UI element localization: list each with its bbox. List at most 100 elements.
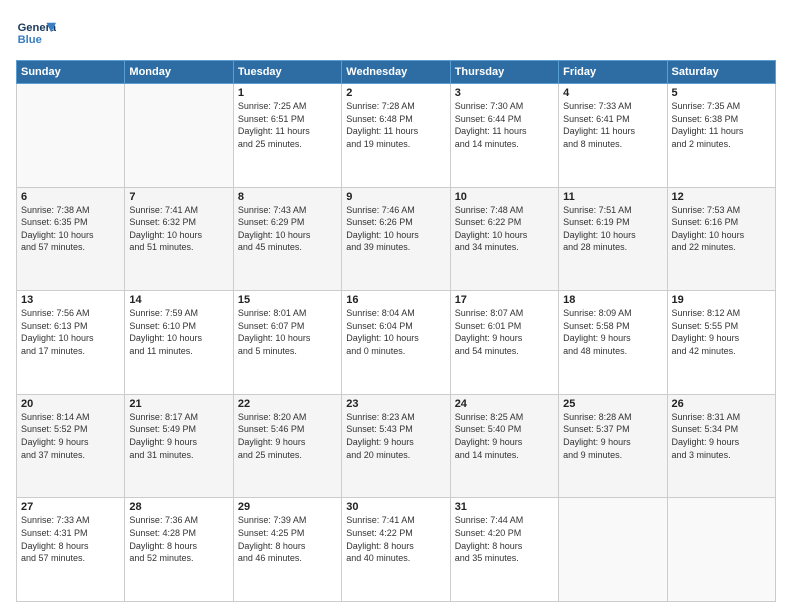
day-detail: Sunrise: 8:31 AM Sunset: 5:34 PM Dayligh… [672,411,771,461]
calendar-cell: 28Sunrise: 7:36 AM Sunset: 4:28 PM Dayli… [125,498,233,602]
calendar-cell: 9Sunrise: 7:46 AM Sunset: 6:26 PM Daylig… [342,187,450,291]
day-detail: Sunrise: 7:41 AM Sunset: 4:22 PM Dayligh… [346,514,445,564]
day-number: 1 [238,87,337,99]
day-detail: Sunrise: 7:48 AM Sunset: 6:22 PM Dayligh… [455,204,554,254]
day-detail: Sunrise: 8:17 AM Sunset: 5:49 PM Dayligh… [129,411,228,461]
calendar-cell: 7Sunrise: 7:41 AM Sunset: 6:32 PM Daylig… [125,187,233,291]
day-header: Friday [559,61,667,84]
calendar-cell: 25Sunrise: 8:28 AM Sunset: 5:37 PM Dayli… [559,394,667,498]
calendar-cell: 4Sunrise: 7:33 AM Sunset: 6:41 PM Daylig… [559,84,667,188]
calendar-cell: 18Sunrise: 8:09 AM Sunset: 5:58 PM Dayli… [559,291,667,395]
day-number: 22 [238,398,337,410]
day-number: 26 [672,398,771,410]
day-detail: Sunrise: 7:46 AM Sunset: 6:26 PM Dayligh… [346,204,445,254]
day-number: 14 [129,294,228,306]
day-number: 12 [672,191,771,203]
calendar-cell: 19Sunrise: 8:12 AM Sunset: 5:55 PM Dayli… [667,291,775,395]
day-number: 17 [455,294,554,306]
day-number: 6 [21,191,120,203]
day-detail: Sunrise: 7:39 AM Sunset: 4:25 PM Dayligh… [238,514,337,564]
day-number: 23 [346,398,445,410]
day-detail: Sunrise: 7:35 AM Sunset: 6:38 PM Dayligh… [672,100,771,150]
day-number: 8 [238,191,337,203]
calendar-cell: 10Sunrise: 7:48 AM Sunset: 6:22 PM Dayli… [450,187,558,291]
calendar-header-row: SundayMondayTuesdayWednesdayThursdayFrid… [17,61,776,84]
calendar-cell: 6Sunrise: 7:38 AM Sunset: 6:35 PM Daylig… [17,187,125,291]
day-detail: Sunrise: 7:51 AM Sunset: 6:19 PM Dayligh… [563,204,662,254]
day-number: 5 [672,87,771,99]
calendar-cell: 15Sunrise: 8:01 AM Sunset: 6:07 PM Dayli… [233,291,341,395]
calendar-cell: 31Sunrise: 7:44 AM Sunset: 4:20 PM Dayli… [450,498,558,602]
day-header: Saturday [667,61,775,84]
day-detail: Sunrise: 8:12 AM Sunset: 5:55 PM Dayligh… [672,307,771,357]
day-detail: Sunrise: 7:30 AM Sunset: 6:44 PM Dayligh… [455,100,554,150]
calendar-cell: 30Sunrise: 7:41 AM Sunset: 4:22 PM Dayli… [342,498,450,602]
day-detail: Sunrise: 7:36 AM Sunset: 4:28 PM Dayligh… [129,514,228,564]
day-detail: Sunrise: 7:33 AM Sunset: 4:31 PM Dayligh… [21,514,120,564]
day-header: Wednesday [342,61,450,84]
calendar-cell [17,84,125,188]
calendar-cell: 29Sunrise: 7:39 AM Sunset: 4:25 PM Dayli… [233,498,341,602]
calendar-table: SundayMondayTuesdayWednesdayThursdayFrid… [16,60,776,602]
calendar-cell: 17Sunrise: 8:07 AM Sunset: 6:01 PM Dayli… [450,291,558,395]
day-number: 21 [129,398,228,410]
page: General Blue SundayMondayTuesdayWednesda… [0,0,792,612]
calendar-cell: 3Sunrise: 7:30 AM Sunset: 6:44 PM Daylig… [450,84,558,188]
calendar-cell [667,498,775,602]
day-detail: Sunrise: 8:04 AM Sunset: 6:04 PM Dayligh… [346,307,445,357]
day-number: 2 [346,87,445,99]
day-number: 25 [563,398,662,410]
day-number: 7 [129,191,228,203]
day-number: 20 [21,398,120,410]
day-detail: Sunrise: 7:43 AM Sunset: 6:29 PM Dayligh… [238,204,337,254]
day-header: Tuesday [233,61,341,84]
day-number: 28 [129,501,228,513]
day-number: 24 [455,398,554,410]
day-detail: Sunrise: 7:25 AM Sunset: 6:51 PM Dayligh… [238,100,337,150]
day-detail: Sunrise: 8:01 AM Sunset: 6:07 PM Dayligh… [238,307,337,357]
calendar-week-row: 6Sunrise: 7:38 AM Sunset: 6:35 PM Daylig… [17,187,776,291]
day-detail: Sunrise: 8:23 AM Sunset: 5:43 PM Dayligh… [346,411,445,461]
logo: General Blue [16,16,56,52]
header: General Blue [16,16,776,52]
day-detail: Sunrise: 7:33 AM Sunset: 6:41 PM Dayligh… [563,100,662,150]
calendar-week-row: 1Sunrise: 7:25 AM Sunset: 6:51 PM Daylig… [17,84,776,188]
calendar-cell: 22Sunrise: 8:20 AM Sunset: 5:46 PM Dayli… [233,394,341,498]
day-detail: Sunrise: 7:56 AM Sunset: 6:13 PM Dayligh… [21,307,120,357]
calendar-cell: 12Sunrise: 7:53 AM Sunset: 6:16 PM Dayli… [667,187,775,291]
day-detail: Sunrise: 7:41 AM Sunset: 6:32 PM Dayligh… [129,204,228,254]
day-number: 13 [21,294,120,306]
day-detail: Sunrise: 8:07 AM Sunset: 6:01 PM Dayligh… [455,307,554,357]
calendar-cell [559,498,667,602]
calendar-cell: 27Sunrise: 7:33 AM Sunset: 4:31 PM Dayli… [17,498,125,602]
day-detail: Sunrise: 7:59 AM Sunset: 6:10 PM Dayligh… [129,307,228,357]
day-number: 16 [346,294,445,306]
day-detail: Sunrise: 7:44 AM Sunset: 4:20 PM Dayligh… [455,514,554,564]
day-number: 19 [672,294,771,306]
calendar-cell: 8Sunrise: 7:43 AM Sunset: 6:29 PM Daylig… [233,187,341,291]
calendar-cell: 2Sunrise: 7:28 AM Sunset: 6:48 PM Daylig… [342,84,450,188]
calendar-week-row: 13Sunrise: 7:56 AM Sunset: 6:13 PM Dayli… [17,291,776,395]
day-number: 18 [563,294,662,306]
calendar-cell: 14Sunrise: 7:59 AM Sunset: 6:10 PM Dayli… [125,291,233,395]
calendar-cell: 5Sunrise: 7:35 AM Sunset: 6:38 PM Daylig… [667,84,775,188]
day-number: 4 [563,87,662,99]
day-number: 11 [563,191,662,203]
day-detail: Sunrise: 7:38 AM Sunset: 6:35 PM Dayligh… [21,204,120,254]
day-number: 10 [455,191,554,203]
day-detail: Sunrise: 8:20 AM Sunset: 5:46 PM Dayligh… [238,411,337,461]
calendar-cell: 24Sunrise: 8:25 AM Sunset: 5:40 PM Dayli… [450,394,558,498]
day-header: Sunday [17,61,125,84]
calendar-cell: 16Sunrise: 8:04 AM Sunset: 6:04 PM Dayli… [342,291,450,395]
day-detail: Sunrise: 7:53 AM Sunset: 6:16 PM Dayligh… [672,204,771,254]
day-detail: Sunrise: 8:09 AM Sunset: 5:58 PM Dayligh… [563,307,662,357]
day-number: 30 [346,501,445,513]
calendar-cell: 11Sunrise: 7:51 AM Sunset: 6:19 PM Dayli… [559,187,667,291]
calendar-week-row: 20Sunrise: 8:14 AM Sunset: 5:52 PM Dayli… [17,394,776,498]
day-detail: Sunrise: 7:28 AM Sunset: 6:48 PM Dayligh… [346,100,445,150]
day-header: Monday [125,61,233,84]
calendar-cell: 23Sunrise: 8:23 AM Sunset: 5:43 PM Dayli… [342,394,450,498]
day-detail: Sunrise: 8:25 AM Sunset: 5:40 PM Dayligh… [455,411,554,461]
logo-icon: General Blue [16,16,56,52]
day-number: 27 [21,501,120,513]
